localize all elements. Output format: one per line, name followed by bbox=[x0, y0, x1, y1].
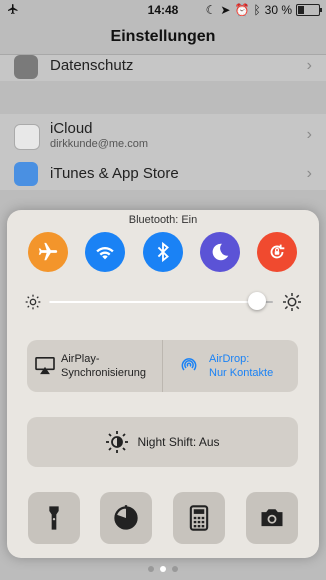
bluetooth-toggle[interactable] bbox=[143, 232, 183, 272]
wifi-toggle[interactable] bbox=[85, 232, 125, 272]
flashlight-icon bbox=[49, 506, 59, 530]
airdrop-label: AirDrop: Nur Kontakte bbox=[209, 353, 274, 379]
moon-icon: ☾ bbox=[205, 3, 217, 17]
battery-fill bbox=[298, 6, 304, 14]
bluetooth-status: Bluetooth: Ein bbox=[128, 214, 198, 226]
airplane-toggle[interactable] bbox=[28, 232, 68, 272]
brightness-track bbox=[49, 301, 273, 303]
settings-row-itunes[interactable]: iTunes & App Store › bbox=[0, 158, 326, 190]
page-dot bbox=[160, 566, 166, 572]
camera-icon bbox=[261, 509, 283, 527]
camera-button[interactable] bbox=[246, 492, 298, 544]
bluetooth-icon: ᛒ bbox=[253, 3, 261, 17]
page-dot bbox=[172, 566, 178, 572]
rotation-lock-toggle[interactable] bbox=[257, 232, 297, 272]
settings-row-icloud[interactable]: iCloud dirkkunde@me.com › bbox=[0, 114, 326, 158]
status-bar: 14:48 ☾ ➤ ⏰ ᛒ 30 % bbox=[0, 0, 326, 20]
airplane-icon bbox=[38, 242, 58, 261]
calculator-icon bbox=[189, 505, 209, 531]
brightness-slider[interactable] bbox=[25, 290, 301, 314]
timer-icon bbox=[114, 505, 138, 530]
battery-text: 30 % bbox=[264, 3, 292, 17]
app-store-icon bbox=[14, 162, 38, 186]
page-dot bbox=[148, 566, 154, 572]
airdrop-button[interactable]: AirDrop: Nur Kontakte bbox=[163, 340, 298, 392]
calculator-button[interactable] bbox=[173, 492, 225, 544]
row-sublabel: dirkkunde@me.com bbox=[50, 138, 148, 150]
alarm-icon: ⏰ bbox=[234, 3, 250, 17]
icloud-icon bbox=[14, 124, 40, 150]
page-indicator bbox=[0, 566, 326, 572]
settings-row-datenschutz[interactable]: Datenschutz › bbox=[0, 55, 326, 81]
hand-icon bbox=[14, 55, 38, 79]
chevron-right-icon: › bbox=[306, 165, 312, 182]
row-label: Datenschutz bbox=[50, 57, 134, 74]
airplay-button[interactable]: AirPlay- Synchronisierung bbox=[27, 340, 162, 392]
rotation-lock-icon bbox=[270, 244, 285, 259]
page-title: Einstellungen bbox=[110, 28, 216, 45]
airplay-label: AirPlay- Synchronisierung bbox=[61, 353, 146, 379]
night-shift-icon bbox=[106, 431, 129, 453]
status-right: ☾ ➤ ⏰ ᛒ 30 % bbox=[205, 3, 322, 17]
do-not-disturb-toggle[interactable] bbox=[200, 232, 240, 272]
bluetooth-icon bbox=[157, 241, 169, 263]
wifi-icon bbox=[96, 247, 114, 260]
timer-button[interactable] bbox=[100, 492, 152, 544]
airplay-icon bbox=[35, 357, 55, 375]
row-label: iTunes & App Store bbox=[50, 165, 179, 182]
moon-icon bbox=[212, 243, 229, 261]
night-shift-label: Night Shift: Aus bbox=[137, 435, 220, 449]
row-label: iCloud bbox=[50, 120, 93, 137]
airdrop-icon bbox=[181, 358, 197, 371]
brightness-fill bbox=[49, 301, 258, 303]
chevron-right-icon: › bbox=[306, 126, 312, 143]
brightness-low-icon bbox=[25, 294, 41, 310]
location-icon: ➤ bbox=[220, 3, 231, 17]
brightness-knob[interactable] bbox=[248, 292, 267, 310]
chevron-right-icon: › bbox=[306, 57, 312, 74]
control-center: Bluetooth: Ein AirPlay- Synchronisierung bbox=[7, 210, 319, 558]
battery-icon bbox=[296, 4, 322, 16]
flashlight-button[interactable] bbox=[28, 492, 80, 544]
brightness-high-icon bbox=[283, 293, 301, 311]
share-controls: AirPlay- Synchronisierung AirDrop: Nur K… bbox=[27, 340, 298, 392]
night-shift-button[interactable]: Night Shift: Aus bbox=[27, 417, 298, 467]
